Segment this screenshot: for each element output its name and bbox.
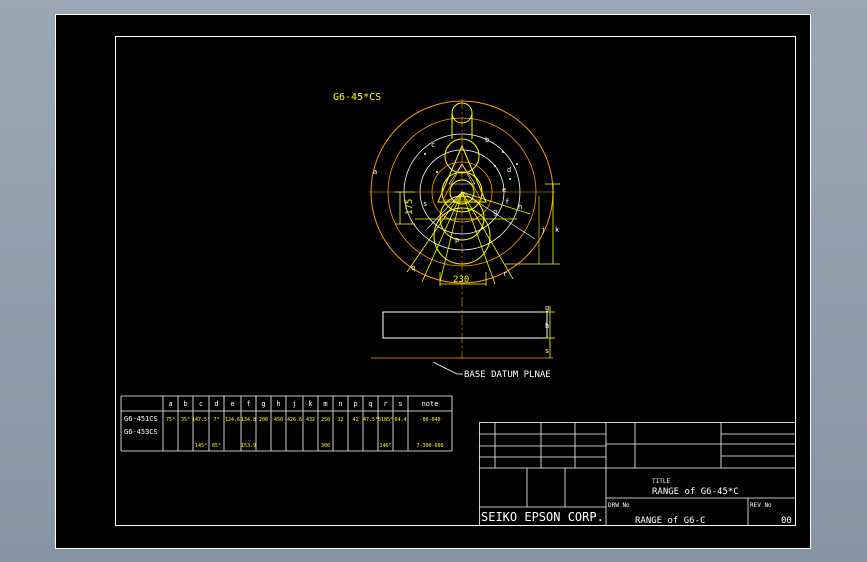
table-cell: 35°: [181, 417, 190, 423]
dim-230: 230: [453, 275, 469, 285]
svg-text:h: h: [545, 322, 549, 330]
header-f: f: [246, 400, 250, 408]
table-cell: 200: [259, 417, 268, 423]
table-cell: 432: [306, 417, 315, 423]
table-cell: 145°: [195, 443, 207, 449]
header-r: r: [383, 400, 387, 408]
svg-text:g: g: [545, 304, 549, 312]
svg-text:q: q: [411, 264, 415, 272]
table-cell: 7-390-600: [416, 443, 443, 449]
part-label: G6-45*CS: [333, 92, 381, 103]
table-cell: 75°: [166, 417, 175, 423]
svg-text:a: a: [373, 168, 377, 176]
base-datum-label: BASE DATUM PLNAE: [464, 370, 551, 380]
table-cell: 300: [321, 443, 330, 449]
svg-text:j: j: [541, 226, 545, 234]
svg-text:d: d: [507, 166, 511, 174]
svg-text:f: f: [505, 198, 509, 206]
table-cell: 64.4: [394, 417, 406, 423]
header-n: n: [338, 400, 342, 408]
header-d: d: [214, 400, 218, 408]
drw-value: RANGE of G6-C: [635, 516, 705, 526]
svg-text:b: b: [485, 136, 489, 144]
title-value: RANGE of G6-45*C: [652, 487, 739, 497]
svg-text:h: h: [518, 203, 522, 211]
table-cell: 7°: [213, 417, 219, 423]
table-cell: 153.9: [241, 443, 256, 449]
table-cell: -80-040: [419, 417, 440, 423]
header-j: j: [292, 400, 296, 408]
drw-label: DRW No: [608, 502, 630, 509]
company-name: SEIKO EPSON CORP.: [481, 510, 604, 524]
dim-175: 175: [405, 199, 415, 215]
row-name: G6-451CS: [124, 415, 158, 423]
table-cell: 146°: [379, 443, 391, 449]
header-a: a: [168, 400, 172, 408]
svg-text:p: p: [455, 236, 459, 244]
spec-table: a b c d e f g h j k m n p q r s note G6-451CS 75° 35° 147.5°…: [120, 395, 453, 452]
side-view: g h s BASE DATUM PLNAE: [371, 304, 555, 380]
table-cell: 450: [274, 417, 283, 423]
svg-text:s: s: [423, 200, 427, 208]
table-cell: 5185°: [378, 417, 393, 423]
table-cell: 134.8: [241, 417, 256, 423]
header-b: b: [183, 400, 187, 408]
table-cell: 42: [352, 417, 358, 423]
cad-viewer: G6-45*CS 175 230 a c b d e f g h j k p q…: [0, 0, 867, 562]
svg-text:s: s: [545, 347, 549, 355]
table-cell: 147.5°: [192, 417, 210, 423]
table-cell: 250: [321, 417, 330, 423]
header-s: s: [398, 400, 402, 408]
drawing-canvas: G6-45*CS 175 230 a c b d e f g h j k p q…: [55, 14, 811, 549]
svg-text:k: k: [555, 226, 560, 234]
header-q: q: [368, 400, 372, 408]
table-cell: 124.6: [225, 417, 240, 423]
drawing-sheet[interactable]: G6-45*CS 175 230 a c b d e f g h j k p q…: [55, 14, 811, 549]
svg-text:e: e: [502, 186, 506, 194]
header-g: g: [261, 400, 265, 408]
rev-label: REV No: [750, 502, 772, 509]
svg-text:r: r: [503, 270, 507, 278]
table-cell: 85°: [212, 443, 221, 449]
table-cell: 426.6: [287, 417, 302, 423]
table-cell: 47.5°: [363, 417, 378, 423]
header-e: e: [230, 400, 234, 408]
header-p: p: [353, 400, 357, 408]
header-c: c: [199, 400, 203, 408]
svg-text:g: g: [493, 208, 497, 216]
top-view: [369, 99, 555, 359]
table-cell: 12: [337, 417, 343, 423]
row-name: G6-453CS: [124, 428, 158, 436]
svg-text:c: c: [431, 141, 435, 149]
rev-value: 00: [781, 516, 792, 526]
header-m: m: [323, 400, 327, 408]
title-label: TITLE: [652, 478, 670, 485]
header-k: k: [308, 400, 313, 408]
header-note: note: [422, 400, 439, 408]
header-h: h: [276, 400, 280, 408]
